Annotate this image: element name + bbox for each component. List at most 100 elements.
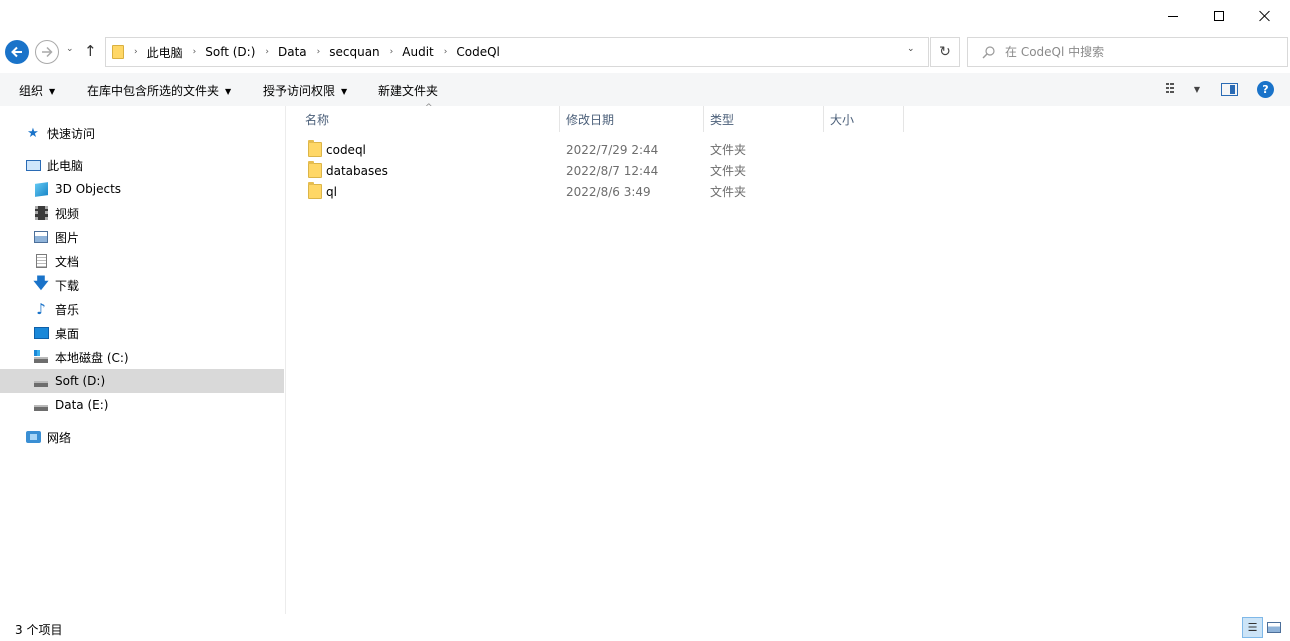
recent-locations-button[interactable]: ⌄: [66, 44, 74, 54]
sidebar-item-music[interactable]: ♪ 音乐: [0, 297, 284, 321]
sidebar-item-label: 快速访问: [47, 126, 96, 141]
file-row[interactable]: ql 2022/8/6 3:49 文件夹: [304, 181, 904, 202]
maximize-button[interactable]: [1196, 0, 1242, 32]
sidebar-item-downloads[interactable]: 🡇 下载: [0, 273, 284, 297]
address-dropdown-button[interactable]: ⌄: [907, 44, 915, 54]
sidebar-item-label: 本地磁盘 (C:): [55, 350, 129, 365]
file-name: codeql: [326, 142, 366, 157]
sidebar-item-label: 3D Objects: [55, 182, 122, 196]
search-box[interactable]: [967, 37, 1288, 67]
search-input[interactable]: [1005, 45, 1265, 59]
sidebar-item-drive-e[interactable]: Data (E:): [0, 393, 284, 417]
title-bar: [0, 0, 1290, 32]
download-icon: 🡇: [33, 273, 49, 292]
sidebar-item-documents[interactable]: 文档: [0, 249, 284, 273]
sidebar-item-label: Data (E:): [55, 398, 109, 412]
chevron-down-icon: ▼: [49, 87, 56, 96]
music-icon: ♪: [36, 300, 46, 318]
column-divider[interactable]: [559, 106, 560, 132]
large-icons-view-icon: [1267, 621, 1281, 633]
column-header-type[interactable]: 类型: [710, 106, 823, 132]
column-divider[interactable]: [703, 106, 704, 132]
help-button[interactable]: ?: [1257, 81, 1274, 98]
sidebar-item-label: Soft (D:): [55, 374, 106, 388]
column-header-size[interactable]: 大小: [830, 106, 903, 132]
column-header-name[interactable]: 名称: [305, 106, 559, 132]
breadcrumb-separator[interactable]: ›: [444, 47, 448, 57]
breadcrumb-audit[interactable]: Audit: [402, 45, 433, 59]
sidebar-item-drive-d[interactable]: Soft (D:): [0, 369, 284, 393]
breadcrumb-separator[interactable]: ›: [390, 47, 394, 57]
computer-icon: [25, 157, 41, 173]
breadcrumb-codeql[interactable]: CodeQl: [456, 45, 500, 59]
maximize-icon: [1214, 11, 1224, 21]
breadcrumb-separator[interactable]: ›: [193, 47, 197, 57]
column-header-date[interactable]: 修改日期: [566, 106, 703, 132]
up-button[interactable]: ↑: [84, 42, 97, 60]
column-divider[interactable]: [903, 106, 904, 132]
sidebar-item-3d-objects[interactable]: 3D Objects: [0, 177, 284, 201]
sidebar-item-videos[interactable]: 视频: [0, 201, 284, 225]
minimize-icon: [1168, 15, 1178, 17]
sidebar-item-quick-access[interactable]: ★ 快速访问: [0, 121, 284, 145]
folder-icon: [112, 45, 124, 59]
column-divider[interactable]: [823, 106, 824, 132]
preview-pane-button[interactable]: [1221, 83, 1238, 96]
sidebar-item-label: 图片: [55, 230, 80, 245]
chevron-down-icon: ▼: [1193, 85, 1200, 94]
forward-button[interactable]: [35, 40, 59, 64]
breadcrumb-separator[interactable]: ›: [265, 47, 269, 57]
refresh-button[interactable]: ↻: [930, 37, 960, 67]
breadcrumb-data[interactable]: Data: [278, 45, 307, 59]
share-with-button[interactable]: 授予访问权限 ▼: [263, 82, 347, 99]
star-icon: ★: [27, 125, 39, 141]
sidebar-item-this-pc[interactable]: 此电脑: [0, 153, 284, 177]
sidebar-item-label: 桌面: [55, 326, 80, 341]
new-folder-button[interactable]: 新建文件夹: [378, 82, 438, 99]
file-name: ql: [326, 184, 337, 199]
file-row[interactable]: codeql 2022/7/29 2:44 文件夹: [304, 139, 904, 160]
breadcrumb-soft-d[interactable]: Soft (D:): [205, 45, 255, 59]
view-options-icon: [1166, 83, 1174, 93]
back-button[interactable]: [5, 40, 29, 64]
breadcrumb-separator[interactable]: ›: [317, 47, 321, 57]
breadcrumb-secquan[interactable]: secquan: [329, 45, 379, 59]
folder-icon: [308, 182, 322, 199]
chevron-down-icon: ▼: [341, 87, 348, 96]
sidebar-item-drive-c[interactable]: 本地磁盘 (C:): [0, 345, 284, 369]
breadcrumb-this-pc[interactable]: 此电脑: [147, 44, 183, 61]
sidebar-item-network[interactable]: 网络: [0, 425, 284, 449]
breadcrumb-separator[interactable]: ›: [134, 47, 138, 57]
document-icon: [33, 253, 49, 269]
sidebar-item-desktop[interactable]: 桌面: [0, 321, 284, 345]
sidebar-item-pictures[interactable]: 图片: [0, 225, 284, 249]
close-button[interactable]: [1242, 0, 1288, 32]
file-type: 文件夹: [710, 164, 747, 178]
sidebar-item-label: 文档: [55, 254, 80, 269]
navigation-bar: ⌄ ↑ › 此电脑 › Soft (D:) › Data › secquan ›…: [0, 34, 1290, 70]
organize-menu-button[interactable]: 组织 ▼: [19, 82, 55, 99]
drive-icon: [33, 397, 49, 413]
drive-icon: [33, 373, 49, 389]
network-icon: [25, 429, 41, 445]
sidebar-item-label: 视频: [55, 206, 80, 221]
address-bar[interactable]: › 此电脑 › Soft (D:) › Data › secquan › Aud…: [105, 37, 929, 67]
file-date: 2022/7/29 2:44: [566, 142, 659, 157]
share-with-label: 授予访问权限: [263, 84, 336, 98]
sidebar-item-label: 此电脑: [47, 158, 84, 173]
change-view-button[interactable]: ▼: [1166, 82, 1200, 97]
search-icon: [982, 45, 995, 58]
navigation-pane: ★ 快速访问 此电脑 3D Objects 视频 图片 文档 🡇 下载 ♪ 音乐…: [0, 106, 286, 614]
close-icon: [1259, 10, 1271, 22]
item-count: 3 个项目: [15, 623, 63, 637]
file-type: 文件夹: [710, 185, 747, 199]
minimize-button[interactable]: [1150, 0, 1196, 32]
file-row[interactable]: databases 2022/8/7 12:44 文件夹: [304, 160, 904, 181]
folder-icon: [308, 161, 322, 178]
status-bar: 3 个项目 ☰: [0, 614, 1290, 641]
details-view-button[interactable]: ☰: [1242, 617, 1263, 638]
large-icons-view-button[interactable]: [1266, 619, 1282, 635]
3d-objects-icon: [33, 181, 49, 197]
forward-arrow-icon: [42, 46, 53, 58]
include-in-library-button[interactable]: 在库中包含所选的文件夹 ▼: [87, 82, 231, 99]
